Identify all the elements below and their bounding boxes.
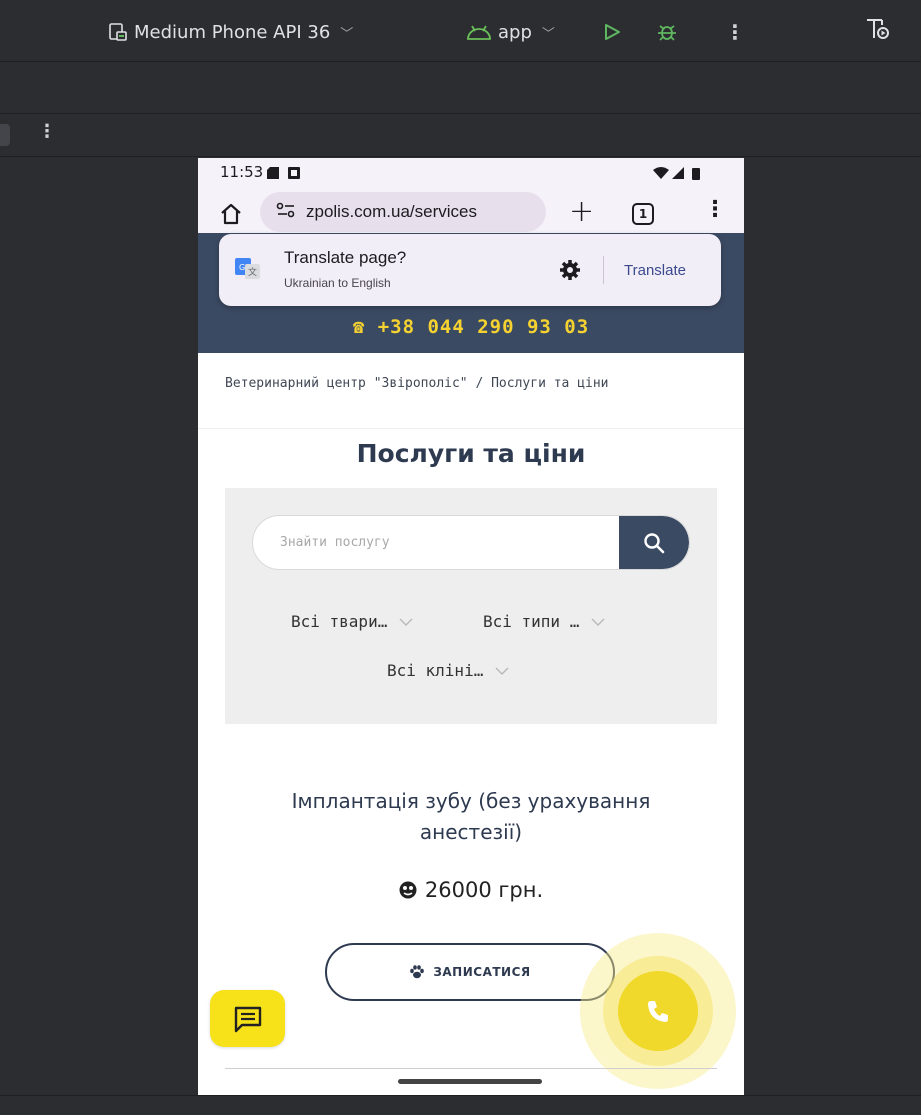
gesture-navigation-bar[interactable] (398, 1079, 542, 1084)
translate-popup: G文 Translate page? Ukrainian to English … (219, 234, 721, 306)
debug-icon (658, 25, 676, 41)
animals-filter-label: Всі твари… (291, 612, 388, 631)
header-phone-number[interactable]: ☎ +38 044 290 93 03 (198, 316, 744, 338)
divider (198, 428, 744, 429)
ide-status-bar (0, 1095, 921, 1115)
device-selector[interactable]: Medium Phone API 36 ﹀ (108, 17, 353, 47)
chat-icon (234, 1006, 261, 1032)
svg-text:文: 文 (248, 266, 257, 278)
chevron-down-icon: ﹀ (340, 26, 354, 42)
tab-switcher-button[interactable]: 1 (632, 203, 654, 225)
notification-icon (288, 167, 300, 179)
search-button[interactable] (619, 516, 689, 569)
search-icon (644, 532, 665, 553)
animals-filter-dropdown[interactable]: Всі твари… (291, 612, 413, 631)
filter-panel: Всі твари… Всі типи … Всі клінi… (225, 488, 717, 724)
ide-panel-header: ⋮ (0, 114, 921, 157)
home-button[interactable] (218, 201, 244, 227)
price-tag-icon (399, 881, 417, 899)
page-title: Послуги та ціни (356, 439, 586, 468)
paw-icon (410, 965, 425, 979)
wifi-icon (653, 167, 669, 179)
battery-icon (692, 168, 700, 180)
ide-secondary-toolbar (0, 62, 921, 114)
service-name: Імплантація зубу (без урахування анестез… (291, 789, 651, 844)
clinics-filter-dropdown[interactable]: Всі клінi… (387, 661, 509, 680)
status-time: 11:53 (220, 163, 264, 181)
phone-icon (648, 1001, 668, 1022)
divider (603, 256, 604, 284)
status-bar: 11:53 (198, 158, 744, 188)
android-icon (465, 22, 493, 42)
signal-icon (672, 167, 684, 179)
search-box (252, 515, 690, 570)
chevron-down-icon: ﹀ (541, 26, 555, 42)
types-filter-label: Всі типи … (483, 612, 580, 631)
sim-icon (267, 167, 279, 179)
search-input[interactable] (253, 516, 621, 569)
chevron-down-icon (591, 618, 605, 626)
more-vert-icon[interactable]: ⋮ (38, 121, 56, 142)
google-translate-icon: G文 (235, 258, 261, 280)
breadcrumb[interactable]: Ветеринарний центр "Звірополіс" / Послуг… (225, 375, 705, 393)
site-settings-icon[interactable] (276, 202, 298, 222)
ide-toolbar: Medium Phone API 36 ﹀ app ﹀ ⋮ (0, 0, 921, 62)
divider (225, 1068, 717, 1069)
debug-button[interactable] (656, 17, 678, 47)
address-bar[interactable]: zpolis.com.ua/services (260, 192, 546, 232)
chevron-down-icon (495, 667, 509, 675)
device-selector-label: Medium Phone API 36 (134, 21, 331, 43)
chevron-down-icon (399, 618, 413, 626)
panel-tab[interactable] (0, 124, 10, 146)
app-selector[interactable]: app ﹀ (465, 17, 555, 47)
tool-icon[interactable] (862, 14, 892, 44)
types-filter-dropdown[interactable]: Всі типи … (483, 612, 605, 631)
clinics-filter-label: Всі клінi… (387, 661, 484, 680)
run-button[interactable] (602, 17, 624, 47)
translate-title: Translate page? (284, 248, 407, 267)
service-price: 26000 грн. (198, 878, 744, 902)
home-icon (221, 203, 241, 225)
browser-menu-icon[interactable]: ⋮ (704, 197, 726, 222)
book-appointment-button[interactable]: ЗАПИСАТИСЯ (325, 943, 615, 1001)
new-tab-button[interactable]: + (569, 197, 594, 227)
translate-button[interactable]: Translate (624, 262, 686, 279)
translate-languages[interactable]: Ukrainian to English (284, 276, 391, 290)
book-appointment-label: ЗАПИСАТИСЯ (433, 965, 531, 979)
service-price-value: 26000 грн. (424, 878, 544, 902)
svg-text:G: G (239, 263, 245, 272)
url-text: zpolis.com.ua/services (306, 202, 478, 221)
chat-button[interactable] (210, 990, 285, 1047)
app-selector-label: app (498, 21, 532, 43)
more-vert-icon[interactable]: ⋮ (725, 17, 745, 47)
call-button[interactable] (618, 971, 698, 1051)
phone-screen: 11:53 zpolis.com.ua/services + 1 ⋮ ☎ +38… (198, 158, 744, 1095)
gear-icon[interactable] (559, 259, 581, 281)
run-icon (605, 24, 620, 40)
device-icon (108, 22, 128, 42)
